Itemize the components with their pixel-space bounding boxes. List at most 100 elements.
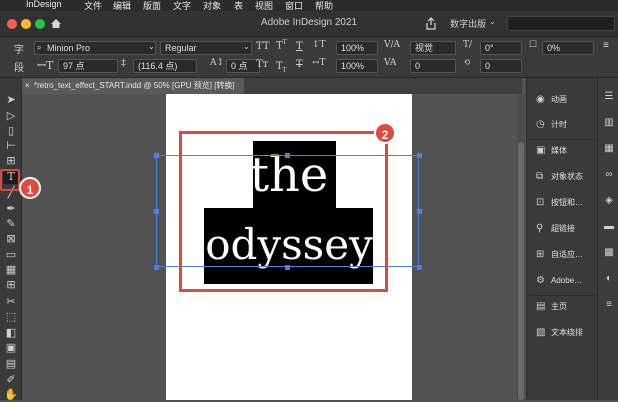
paragraph-formatting-icon[interactable]: 段 xyxy=(14,59,24,74)
menu-help[interactable]: 帮助 xyxy=(315,0,333,11)
buttons-forms-icon: ⊡ xyxy=(536,197,545,208)
horizontal-scale-field[interactable]: 100% xyxy=(336,59,378,73)
resize-handle-top-left[interactable] xyxy=(154,153,159,158)
baseline-shift-field[interactable]: 0 点 xyxy=(226,59,260,73)
selection-tool-icon[interactable]: ➤ xyxy=(3,93,19,107)
pencil-tool-icon[interactable]: ✎ xyxy=(3,217,19,231)
rotation-field[interactable]: 0 xyxy=(480,59,522,73)
panel-icon-strip: ☰ ▥ ▦ ∞ ◈ ▬ ▩ ◐ ≡ xyxy=(597,78,618,400)
gradient-swatch-tool-icon[interactable]: ◧ xyxy=(3,326,19,340)
pages-panel-icon[interactable]: ▥ xyxy=(602,116,616,130)
small-caps-icon[interactable]: Tт xyxy=(256,59,268,70)
character-formatting-icon[interactable]: 字 xyxy=(14,41,24,56)
dock-item-liquid-layout[interactable]: ⊞ 自适应… xyxy=(529,243,597,267)
close-tab-icon[interactable]: × xyxy=(25,78,30,94)
resize-handle-left[interactable] xyxy=(154,209,159,214)
grid-tool-icon[interactable]: ⊞ xyxy=(3,278,19,292)
scissors-tool-icon[interactable]: ✂ xyxy=(3,295,19,309)
menu-view[interactable]: 视图 xyxy=(255,0,273,11)
menu-edit[interactable]: 编辑 xyxy=(113,0,131,11)
page-tool-icon[interactable]: ▯ xyxy=(3,124,19,138)
gradient-feather-tool-icon[interactable]: ▣ xyxy=(3,341,19,355)
dock-item-adobe-color[interactable]: ⚙ Adobe… xyxy=(529,269,597,293)
underline-icon[interactable]: T xyxy=(296,41,303,52)
dock-item-text-wrap[interactable]: ▧ 文本绕排 xyxy=(529,321,597,345)
font-family-field[interactable]: ⌕ Minion Pro xyxy=(34,41,156,55)
superscript-icon[interactable]: TT xyxy=(276,39,287,51)
tsume-icon: ☐ xyxy=(529,40,538,50)
rectangle-tool-icon[interactable]: ▭ xyxy=(3,248,19,262)
vertical-scale-field[interactable]: 100% xyxy=(336,41,378,55)
scrollbar-thumb[interactable] xyxy=(518,142,524,400)
all-caps-icon[interactable]: TT xyxy=(256,41,270,52)
document-tab-bar: × *retro_text_effect_START.indd @ 50% [G… xyxy=(22,78,522,94)
content-collector-tool-icon[interactable]: ⊞ xyxy=(3,154,19,168)
paragraph-styles-icon[interactable]: ≡ xyxy=(602,298,616,312)
eyedropper-tool-icon[interactable]: ✐ xyxy=(3,373,19,387)
dock-item-object-states[interactable]: ⧉ 对象状态 xyxy=(529,165,597,189)
dock-item-buttons-forms[interactable]: ⊡ 按钮和… xyxy=(529,191,597,215)
text-wrap-icon: ▧ xyxy=(536,327,546,338)
chevron-down-icon[interactable]: ⌄ xyxy=(489,17,496,26)
leading-icon: ‡ xyxy=(121,58,126,69)
adobe-color-icon: ⚙ xyxy=(536,275,545,286)
dock-item-hyperlinks[interactable]: ⚲ 超链接 xyxy=(529,217,597,241)
chevron-down-icon[interactable]: ⌄ xyxy=(148,42,155,51)
hyperlinks-icon: ⚲ xyxy=(536,223,544,234)
note-tool-icon[interactable]: ▤ xyxy=(3,357,19,371)
dock-item-media[interactable]: ▣ 媒体 xyxy=(529,139,597,163)
horizontal-scale-icon: ↔T xyxy=(312,58,326,68)
dock-item-animation[interactable]: ◉ 动画 xyxy=(529,88,597,112)
chevron-down-icon[interactable]: ⌄ xyxy=(243,42,250,51)
skew-icon: T/ xyxy=(463,40,473,50)
share-icon[interactable] xyxy=(425,17,437,30)
menu-app[interactable]: InDesign xyxy=(26,0,62,9)
subscript-icon[interactable]: TT xyxy=(276,61,287,74)
menu-file[interactable]: 文件 xyxy=(84,0,102,11)
strikethrough-icon[interactable]: T xyxy=(296,59,303,70)
rectangle-frame-tool-icon[interactable]: ⊠ xyxy=(3,232,19,246)
stroke-icon[interactable]: ▬ xyxy=(602,220,616,234)
menu-table[interactable]: 表 xyxy=(234,0,243,11)
panel-menu-icon[interactable]: ≡ xyxy=(603,40,609,51)
dock-item-timing[interactable]: ◷ 计时 xyxy=(529,113,597,137)
vertical-scale-value: 100% xyxy=(341,43,365,53)
properties-icon[interactable]: ☰ xyxy=(602,90,616,104)
tracking-icon: VA xyxy=(384,58,397,68)
pen-tool-icon[interactable]: ✒ xyxy=(3,202,19,216)
tsume-field[interactable]: 0% xyxy=(542,41,594,55)
swatches-icon[interactable]: ▩ xyxy=(602,246,616,260)
gap-tool-icon[interactable]: ⊢ xyxy=(3,139,19,153)
skew-field[interactable]: 0° xyxy=(480,41,522,55)
workspace-switcher[interactable]: 数字出版 xyxy=(450,17,486,30)
resize-handle-right[interactable] xyxy=(417,209,422,214)
menu-object[interactable]: 对象 xyxy=(203,0,221,11)
menu-layout[interactable]: 版面 xyxy=(143,0,161,11)
menu-type[interactable]: 文字 xyxy=(173,0,191,11)
resize-handle-top-right[interactable] xyxy=(417,153,422,158)
color-icon[interactable]: ◐ xyxy=(602,272,616,286)
dock-item-parent-pages[interactable]: ▤ 主页 xyxy=(529,295,597,319)
kerning-field[interactable]: 视觉 xyxy=(410,41,456,55)
resize-handle-bottom-right[interactable] xyxy=(417,265,422,270)
resize-handle-bottom-left[interactable] xyxy=(154,265,159,270)
document-tab[interactable]: × *retro_text_effect_START.indd @ 50% [G… xyxy=(22,78,244,94)
layers-icon[interactable]: ◈ xyxy=(602,194,616,208)
table-tool-icon[interactable]: ▦ xyxy=(3,263,19,277)
character-rotation-icon: ⟲ xyxy=(463,58,471,68)
vertical-scale-icon: ↕T xyxy=(312,40,326,50)
menu-window[interactable]: 窗口 xyxy=(285,0,303,11)
title-bar: Adobe InDesign 2021 数字出版 ⌄ xyxy=(0,11,618,37)
cc-libraries-icon[interactable]: ▦ xyxy=(602,142,616,156)
direct-selection-tool-icon[interactable]: ▷ xyxy=(3,109,19,123)
search-input[interactable] xyxy=(507,16,615,31)
font-size-field[interactable]: 97 点 xyxy=(58,59,118,73)
tracking-field[interactable]: 0 xyxy=(410,59,456,73)
leading-field[interactable]: (116.4 点) xyxy=(133,59,197,73)
links-icon[interactable]: ∞ xyxy=(602,168,616,182)
font-family-value: Minion Pro xyxy=(47,43,91,53)
search-icon: ⌕ xyxy=(37,43,42,52)
font-style-field[interactable]: Regular xyxy=(160,41,252,55)
vertical-scrollbar[interactable] xyxy=(517,94,525,400)
free-transform-tool-icon[interactable]: ⬚ xyxy=(3,310,19,324)
